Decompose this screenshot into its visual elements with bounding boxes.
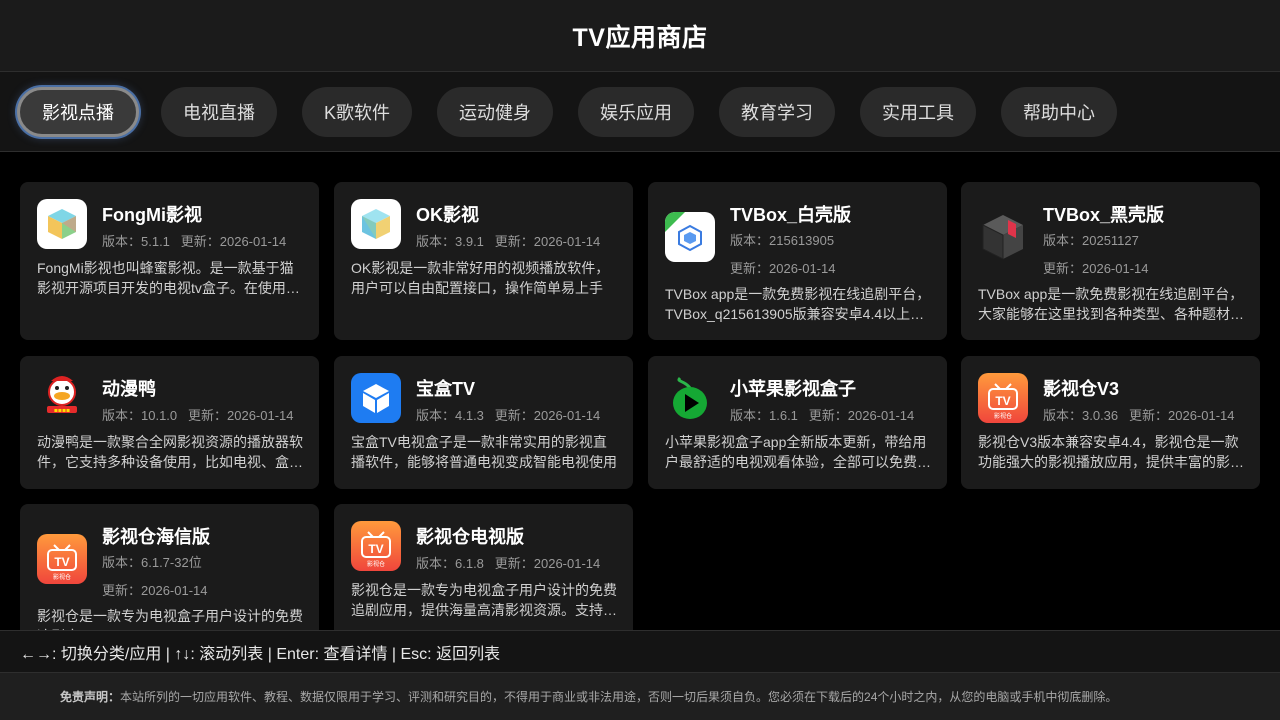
category-tabs: 影视点播 电视直播 K歌软件 运动健身 娱乐应用 教育学习 实用工具 帮助中心 (0, 72, 1280, 152)
app-card[interactable]: TVBox_白壳版 版本：215613905 更新：2026-01-14 TVB… (648, 182, 947, 340)
app-description: 影视仓是一款专为电视盒子用户设计的免费追剧应用，提供海量高清影视资源。支持多种播… (351, 582, 617, 618)
app-version: 版本：6.1.7-32位 (102, 555, 202, 570)
disclaimer: 免责声明： 本站所列的一切应用软件、教程、数据仅限用于学习、评测和研究目的，不得用… (0, 672, 1280, 720)
app-description: 影视仓是一款专为电视盒子用户设计的免费追剧应用 (37, 608, 303, 630)
svg-text:▪▪▪▪: ▪▪▪▪ (54, 407, 70, 414)
tv-orange-icon: TV 影视仓 (37, 534, 87, 584)
svg-text:TV: TV (368, 542, 383, 556)
app-version: 版本：1.6.1 更新：2026-01-14 (730, 408, 915, 423)
app-header: TV应用商店 (0, 0, 1280, 72)
app-version: 版本：3.0.36 更新：2026-01-14 (1043, 408, 1235, 423)
app-version: 版本：6.1.8 更新：2026-01-14 (416, 556, 601, 571)
tab-movies[interactable]: 影视点播 (17, 87, 139, 137)
app-card[interactable]: TVBox_黑壳版 版本：20251127 更新：2026-01-14 TVBo… (961, 182, 1260, 340)
tvbox-black-box-icon (978, 212, 1028, 262)
app-description: 影视仓V3版本兼容安卓4.4，影视仓是一款功能强大的影视播放应用，提供丰富的影视… (978, 434, 1244, 470)
tab-entertainment[interactable]: 娱乐应用 (578, 87, 694, 137)
app-card[interactable]: TV 影视仓 影视仓V3 版本：3.0.36 更新：2026-01-14 影视仓V… (961, 356, 1260, 489)
duck-mascot-icon: ▪▪▪▪ (37, 371, 87, 421)
app-name: TVBox_白壳版 (730, 205, 852, 225)
tab-karaoke[interactable]: K歌软件 (302, 87, 412, 137)
blue-box-icon (351, 373, 401, 423)
tab-fitness[interactable]: 运动健身 (437, 87, 553, 137)
app-description: 小苹果影视盒子app全新版本更新，带给用户最舒适的电视观看体验，全部可以免费观看 (665, 434, 931, 470)
tab-tools[interactable]: 实用工具 (860, 87, 976, 137)
app-grid: FongMi影视 版本：5.1.1 更新：2026-01-14 FongMi影视… (0, 152, 1280, 630)
svg-text:影视仓: 影视仓 (994, 412, 1012, 420)
keyboard-hints: ←→: 切换分类/应用 | ↑↓: 滚动列表 | Enter: 查看详情 | E… (0, 630, 1280, 672)
app-name: 影视仓海信版 (102, 527, 210, 547)
app-name: FongMi影视 (102, 205, 202, 225)
cube-color-icon (37, 199, 87, 249)
app-description: 动漫鸭是一款聚合全网影视资源的播放器软件，它支持多种设备使用，比如电视、盒子等 (37, 434, 303, 470)
disclaimer-text: 本站所列的一切应用软件、教程、数据仅限用于学习、评测和研究目的，不得用于商业或非… (120, 690, 1118, 704)
app-updated: 更新：2026-01-14 (730, 261, 836, 276)
tab-help[interactable]: 帮助中心 (1001, 87, 1117, 137)
app-description: FongMi影视也叫蜂蜜影视。是一款基于猫影视开源项目开发的电视tv盒子。在使用… (37, 260, 300, 296)
app-name: 宝盒TV (416, 379, 476, 399)
app-version: 版本：20251127 (1043, 233, 1139, 248)
app-name: 影视仓电视版 (416, 527, 524, 547)
app-version: 版本：215613905 (730, 233, 835, 248)
app-card[interactable]: TV 影视仓 影视仓海信版 版本：6.1.7-32位 更新：2026-01-14 … (20, 504, 319, 630)
tab-live-tv[interactable]: 电视直播 (161, 87, 277, 137)
app-description: 宝盒TV电视盒子是一款非常实用的影视直播软件，能够将普通电视变成智能电视使用 (351, 434, 617, 470)
svg-text:影视仓: 影视仓 (367, 560, 385, 568)
app-description: OK影视是一款非常好用的视频播放软件，用户可以自由配置接口，操作简单易上手 (351, 260, 610, 296)
cube-color-icon (351, 199, 401, 249)
svg-text:TV: TV (54, 555, 69, 569)
app-updated: 更新：2026-01-14 (102, 583, 208, 598)
app-version: 版本：5.1.1 更新：2026-01-14 (102, 234, 287, 249)
page-title: TV应用商店 (572, 23, 708, 52)
app-version: 版本：3.9.1 更新：2026-01-14 (416, 234, 601, 249)
app-updated: 更新：2026-01-14 (1043, 261, 1149, 276)
app-card[interactable]: 宝盒TV 版本：4.1.3 更新：2026-01-14 宝盒TV电视盒子是一款非… (334, 356, 633, 489)
app-card[interactable]: FongMi影视 版本：5.1.1 更新：2026-01-14 FongMi影视… (20, 182, 319, 340)
app-description: TVBox app是一款免费影视在线追剧平台，大家能够在这里找到各种类型、各种题… (978, 286, 1244, 322)
svg-text:影视仓: 影视仓 (53, 573, 71, 581)
app-version: 版本：4.1.3 更新：2026-01-14 (416, 408, 601, 423)
app-card[interactable]: TV 影视仓 影视仓电视版 版本：6.1.8 更新：2026-01-14 影视仓是… (334, 504, 633, 630)
tv-orange-icon: TV 影视仓 (351, 521, 401, 571)
app-description: TVBox app是一款免费影视在线追剧平台，TVBox_q215613905版… (665, 286, 931, 322)
app-name: 影视仓V3 (1043, 379, 1120, 399)
app-card[interactable]: OK影视 版本：3.9.1 更新：2026-01-14 OK影视是一款非常好用的… (334, 182, 633, 340)
app-card[interactable]: ▪▪▪▪ 动漫鸭 版本：10.1.0 更新：2026-01-14 动漫鸭是一款聚… (20, 356, 319, 489)
disclaimer-label: 免责声明： (60, 690, 121, 704)
app-name: 动漫鸭 (102, 379, 156, 399)
app-card[interactable]: 小苹果影视盒子 版本：1.6.1 更新：2026-01-14 小苹果影视盒子ap… (648, 356, 947, 489)
app-name: OK影视 (416, 205, 479, 225)
green-apple-play-icon (665, 373, 715, 423)
tab-education[interactable]: 教育学习 (719, 87, 835, 137)
tv-orange-icon: TV 影视仓 (978, 373, 1028, 423)
svg-text:TV: TV (995, 394, 1010, 408)
app-version: 版本：10.1.0 更新：2026-01-14 (102, 408, 294, 423)
app-name: 小苹果影视盒子 (730, 379, 856, 399)
app-name: TVBox_黑壳版 (1043, 205, 1165, 225)
tvbox-white-icon (665, 212, 715, 262)
